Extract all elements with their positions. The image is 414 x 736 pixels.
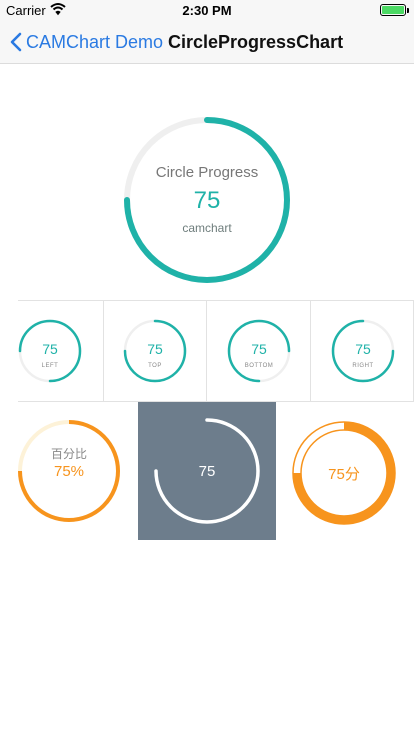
position-chart-left-label: LEFT (41, 363, 59, 369)
position-chart-right-label: RIGHT (352, 363, 374, 369)
position-chart-top-label: TOP (148, 363, 162, 369)
position-chart-left-value: 75 (42, 341, 58, 357)
position-charts-row: 75 LEFT 75 TOP 75 BOTTOM 75 RIGHT (18, 300, 414, 402)
main-progress-chart: Circle Progress 75 camchart (120, 113, 294, 287)
position-chart-right: 75 RIGHT (310, 301, 414, 401)
back-button[interactable]: CAMChart Demo (10, 30, 163, 54)
status-bar: Carrier 2:30 PM (0, 0, 414, 20)
battery-icon (380, 4, 406, 16)
percent-progress-value: 75% (53, 463, 85, 480)
position-chart-bottom-value: 75 (251, 341, 267, 357)
navigation-bar: CAMChart Demo CircleProgressChart (0, 20, 414, 64)
percent-progress-title: 百分比 (50, 447, 87, 461)
percent-progress-chart: 百分比 75% (17, 419, 121, 523)
position-chart-bottom: 75 BOTTOM (206, 301, 310, 401)
page-title: CircleProgressChart (168, 32, 344, 52)
main-progress-subtitle: camchart (182, 221, 232, 235)
score-progress-chart: 75分 (290, 419, 398, 527)
position-chart-left: 75 LEFT (0, 301, 103, 401)
dark-progress-value: 75 (198, 463, 216, 480)
position-chart-bottom-label: BOTTOM (244, 363, 274, 369)
battery-cap (407, 8, 409, 13)
position-chart-top: 75 TOP (103, 301, 206, 401)
dark-progress-chart: 75 (138, 402, 276, 540)
position-chart-top-value: 75 (147, 341, 163, 357)
main-progress-title: Circle Progress (155, 164, 259, 181)
chevron-left-icon (10, 32, 22, 52)
score-progress-value: 75分 (328, 466, 360, 483)
position-chart-right-value: 75 (355, 341, 371, 357)
clock: 2:30 PM (182, 3, 232, 18)
back-button-label: CAMChart Demo (26, 31, 164, 52)
main-progress-value: 75 (193, 187, 221, 214)
